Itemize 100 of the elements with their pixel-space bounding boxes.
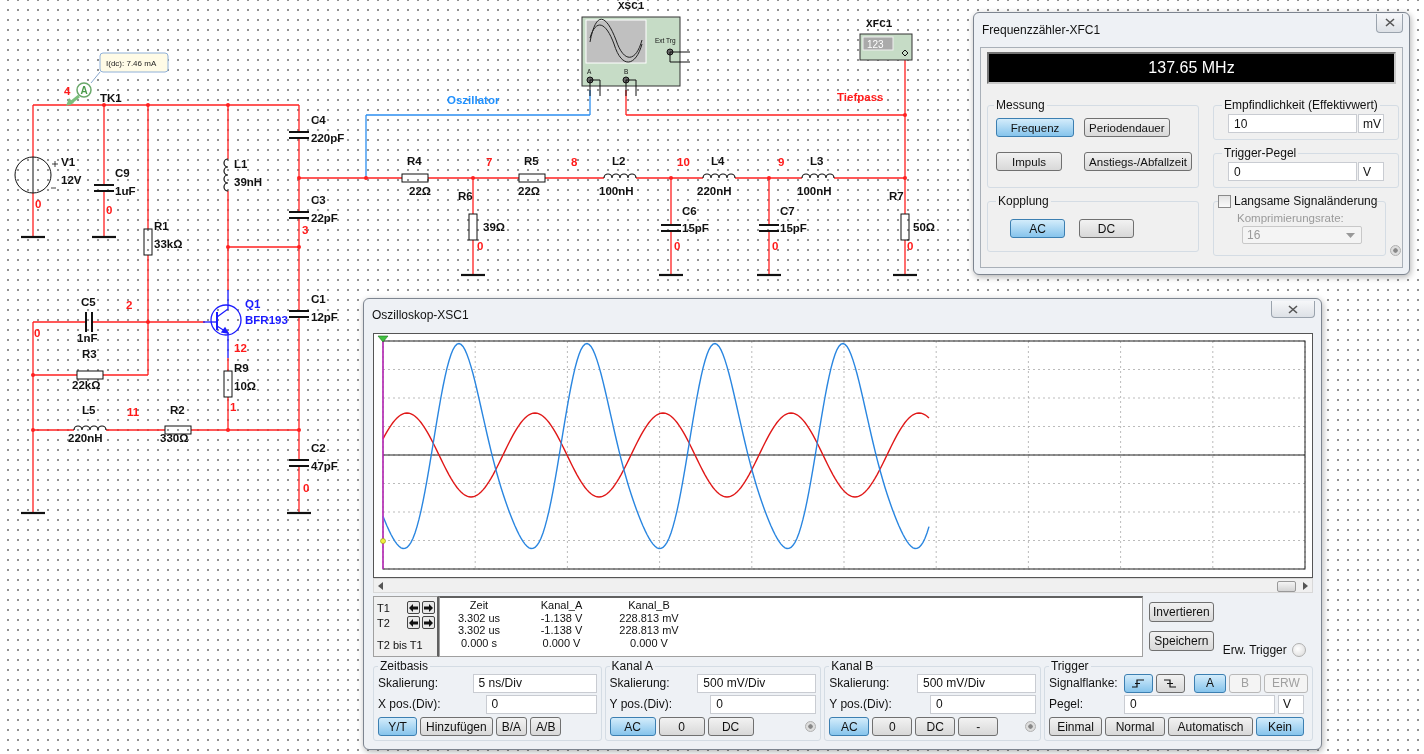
measure-button[interactable]: Impuls (996, 152, 1062, 171)
net-label: 12 (234, 342, 247, 354)
cursor-right-button[interactable] (422, 616, 435, 629)
group-title: Empfindlichkeit (Effektivwert) (1223, 98, 1379, 112)
net-label: 3 (302, 224, 309, 236)
coupling-button[interactable]: DC (915, 717, 956, 736)
junction-dot (297, 428, 301, 432)
scroll-right-icon[interactable] (1301, 581, 1309, 590)
input-field[interactable]: 500 mV/Div (697, 673, 817, 693)
input-field[interactable]: 0 (710, 694, 817, 714)
action-button[interactable]: Speichern (1149, 631, 1214, 651)
coupling-button[interactable]: AC (1010, 219, 1065, 238)
cursor-marker-icon[interactable] (377, 335, 389, 343)
component-value: 22pF (311, 212, 338, 224)
measure-button[interactable]: Periodendauer (1084, 118, 1170, 137)
close-button[interactable] (1376, 13, 1403, 33)
input-field[interactable]: 0 (1124, 694, 1275, 714)
capacitor-icon (85, 311, 93, 333)
net-label: 4 (64, 85, 71, 97)
probe-symbol: A (80, 85, 88, 96)
input-field[interactable]: 0 (930, 694, 1036, 714)
wire (768, 230, 770, 276)
coupling-button[interactable]: AC (829, 717, 870, 736)
component-value: 100nH (599, 185, 634, 197)
component-label: R9 (234, 362, 249, 374)
wire (103, 190, 105, 238)
input-field[interactable]: 10 (1228, 114, 1357, 133)
field-label: Signalflanke: (1049, 676, 1119, 690)
wire (227, 357, 229, 372)
inductor-icon (603, 173, 637, 179)
coupling-button[interactable]: 0 (658, 717, 705, 736)
probe-reading: I(dc): 7.46 mA (106, 59, 157, 68)
net-label: 1 (230, 401, 237, 413)
capacitor-icon (93, 184, 115, 192)
edge-button[interactable] (1124, 673, 1153, 693)
component-value: 12pF (311, 311, 338, 323)
mode-button[interactable]: A/B (530, 717, 562, 736)
measure-button[interactable]: Anstiegs-/Abfallzeit (1084, 152, 1192, 171)
probe-tooltip (99, 52, 169, 73)
coupling-button[interactable]: 0 (872, 717, 913, 736)
trigger-mode-button[interactable]: Einmal (1049, 717, 1102, 736)
component-value: 39nH (234, 176, 263, 188)
junction-dot (226, 103, 230, 107)
coupling-button[interactable]: DC (1079, 219, 1134, 238)
ground-icon (893, 273, 917, 277)
input-field[interactable]: 0 (1228, 162, 1357, 181)
wire-label: Oszillator (447, 94, 500, 106)
mode-button[interactable]: Hinzufügen (420, 717, 493, 736)
voltage-source-icon (14, 156, 59, 194)
source-button[interactable]: A (1194, 673, 1226, 693)
net-label: 10 (677, 156, 690, 168)
trigger-mode-button[interactable]: Normal (1105, 717, 1165, 736)
junction-dot (471, 176, 475, 180)
scrollbar-thumb[interactable] (1277, 581, 1296, 592)
action-button[interactable]: Invertieren (1149, 602, 1214, 622)
component-value: 33kΩ (154, 238, 183, 250)
measure-button[interactable]: Frequenz (996, 118, 1074, 137)
coupling-button[interactable]: - (958, 717, 999, 736)
trigger-mode-button[interactable]: Automatisch (1168, 717, 1253, 736)
net-label: 0 (303, 482, 310, 494)
group-title: Trigger (1050, 659, 1090, 673)
table-cell-text: 3.302 us (456, 624, 502, 637)
junction-dot (767, 176, 771, 180)
junction-dot (226, 245, 230, 249)
junction-dot (903, 176, 907, 180)
scroll-left-icon[interactable] (377, 581, 385, 590)
coupling-button[interactable]: DC (707, 717, 754, 736)
component-label: R7 (889, 190, 904, 202)
input-field[interactable]: 500 mV/Div (917, 673, 1036, 693)
field-label: Y pos.(Div): (829, 697, 892, 711)
cursor-left-button[interactable] (407, 601, 420, 614)
capacitor-icon (288, 459, 310, 467)
junction-dot (102, 103, 106, 107)
window-title: Frequenzzähler-XFC1 (982, 23, 1101, 37)
capacitor-icon (288, 211, 310, 219)
cursor-right-button[interactable] (422, 601, 435, 614)
input-field[interactable]: 5 ns/Div (472, 673, 597, 693)
checkbox-label: Langsame Signaländerung (1234, 194, 1378, 208)
capacitor-icon (288, 310, 310, 318)
indicator-light-icon (805, 721, 817, 732)
group-title: Trigger-Pegel (1223, 146, 1298, 160)
close-button[interactable] (1271, 301, 1315, 318)
terminal-icon (586, 76, 601, 97)
mode-button[interactable]: B/A (495, 717, 528, 736)
mode-button[interactable]: Y/T (378, 717, 417, 736)
trigger-mode-button[interactable]: Kein (1256, 717, 1304, 736)
coupling-button[interactable]: AC (609, 717, 656, 736)
ext-trigger-label: Erw. Trigger (1222, 643, 1287, 657)
wire (670, 230, 672, 276)
table-cell-text: 228.813 mV (618, 624, 680, 637)
trigger-marker-icon (380, 538, 386, 544)
cursor-left-button[interactable] (407, 616, 420, 629)
connector-label: TK1 (100, 92, 122, 104)
horizontal-scrollbar[interactable] (373, 578, 1313, 593)
capacitor-icon (758, 224, 780, 232)
net-label: 0 (907, 240, 914, 252)
input-field[interactable]: 0 (485, 694, 597, 714)
checkbox[interactable] (1218, 194, 1231, 208)
edge-button[interactable] (1156, 673, 1185, 693)
component-label: Q1 (245, 298, 261, 310)
